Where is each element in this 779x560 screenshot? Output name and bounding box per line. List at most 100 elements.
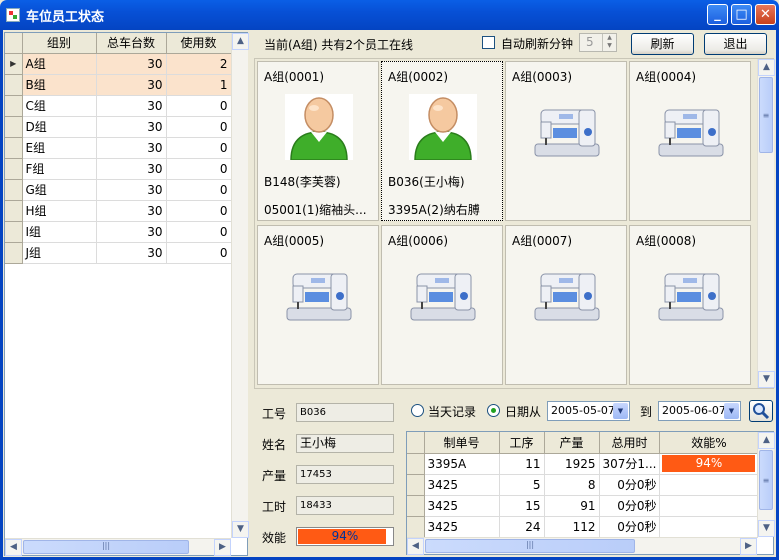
qty-cell[interactable]: 91: [544, 495, 600, 517]
total-cell[interactable]: 30: [96, 116, 167, 138]
col-header-qty[interactable]: 产量: [544, 432, 600, 454]
row-selector[interactable]: [5, 221, 23, 243]
records-grid[interactable]: 制单号 工序 产量 总用时 效能% 3395A 11 1925 307分1... 94%…: [406, 431, 775, 555]
group-row[interactable]: H组 30 0: [5, 200, 232, 222]
eff-cell[interactable]: 94%: [659, 453, 759, 475]
eff-cell[interactable]: [659, 495, 759, 517]
group-cell[interactable]: F组: [22, 158, 97, 180]
order-cell[interactable]: 3425: [424, 516, 500, 538]
group-grid[interactable]: 组别 总车台数 使用数 ▶ A组 30 2 B组 30 1 C组 30 0 D组 30 0 E组 30 0 F组…: [4, 32, 249, 556]
group-grid-hscroll[interactable]: ◀ ||| ▶: [5, 538, 231, 556]
time-cell[interactable]: 0分0秒: [599, 474, 661, 496]
used-cell[interactable]: 0: [166, 95, 232, 117]
total-cell[interactable]: 30: [96, 242, 167, 264]
row-selector[interactable]: [5, 242, 23, 264]
workstation-card[interactable]: A组(0004): [629, 61, 751, 221]
group-row[interactable]: J组 30 0: [5, 242, 232, 264]
cards-scroll-down-icon[interactable]: ▼: [758, 371, 775, 388]
used-cell[interactable]: 0: [166, 221, 232, 243]
total-cell[interactable]: 30: [96, 137, 167, 159]
workstation-card[interactable]: A组(0008): [629, 225, 751, 385]
col-header-process[interactable]: 工序: [499, 432, 545, 454]
scroll-left-icon[interactable]: ◀: [5, 539, 22, 556]
total-cell[interactable]: 30: [96, 200, 167, 222]
process-cell[interactable]: 11: [499, 453, 545, 475]
workstation-card[interactable]: A组(0006): [381, 225, 503, 385]
col-header-time[interactable]: 总用时: [599, 432, 661, 454]
used-cell[interactable]: 1: [166, 74, 232, 96]
scroll-up-icon[interactable]: ▲: [232, 33, 249, 50]
records-scroll-thumb[interactable]: ≡: [759, 450, 773, 510]
date-from-picker[interactable]: 2005-05-07 ▼: [547, 401, 630, 421]
order-cell[interactable]: 3425: [424, 495, 500, 517]
row-selector[interactable]: [5, 200, 23, 222]
group-row[interactable]: E组 30 0: [5, 137, 232, 159]
time-cell[interactable]: 0分0秒: [599, 495, 661, 517]
used-cell[interactable]: 0: [166, 137, 232, 159]
total-cell[interactable]: 30: [96, 158, 167, 180]
workstation-card[interactable]: A组(0003): [505, 61, 627, 221]
exit-button[interactable]: 退出: [704, 33, 767, 55]
total-cell[interactable]: 30: [96, 74, 167, 96]
group-row[interactable]: C组 30 0: [5, 95, 232, 117]
auto-refresh-checkbox[interactable]: [482, 36, 495, 49]
qty-cell[interactable]: 112: [544, 516, 600, 538]
group-grid-vscroll[interactable]: ▲ ▼: [231, 33, 249, 538]
used-cell[interactable]: 0: [166, 179, 232, 201]
used-cell[interactable]: 0: [166, 242, 232, 264]
record-row-selector[interactable]: [407, 453, 425, 475]
group-cell[interactable]: D组: [22, 116, 97, 138]
process-cell[interactable]: 5: [499, 474, 545, 496]
records-vscroll[interactable]: ▲ ≡ ▼: [757, 432, 775, 537]
today-records-radio[interactable]: [411, 404, 424, 417]
total-cell[interactable]: 30: [96, 53, 167, 75]
workstation-card[interactable]: A组(0005): [257, 225, 379, 385]
row-selector[interactable]: ▶: [5, 53, 23, 75]
scroll-down-icon[interactable]: ▼: [232, 521, 249, 538]
search-button[interactable]: [749, 400, 773, 422]
used-cell[interactable]: 0: [166, 116, 232, 138]
scroll-right-icon[interactable]: ▶: [214, 539, 231, 556]
row-selector[interactable]: [5, 74, 23, 96]
refresh-button[interactable]: 刷新: [631, 33, 694, 55]
total-cell[interactable]: 30: [96, 95, 167, 117]
col-header-group[interactable]: 组别: [22, 33, 97, 54]
hscroll-thumb[interactable]: |||: [23, 540, 189, 554]
stepper-arrows-icon[interactable]: ▲ ▼: [602, 34, 616, 51]
cards-vscroll[interactable]: ▲ ≡ ▼: [757, 59, 775, 388]
row-selector[interactable]: [5, 95, 23, 117]
used-cell[interactable]: 2: [166, 53, 232, 75]
close-button[interactable]: ✕: [755, 4, 776, 25]
group-cell[interactable]: H组: [22, 200, 97, 222]
group-row[interactable]: B组 30 1: [5, 74, 232, 96]
group-row[interactable]: ▶ A组 30 2: [5, 53, 232, 75]
record-row[interactable]: 3425 5 8 0分0秒: [407, 474, 759, 496]
records-scroll-left-icon[interactable]: ◀: [407, 538, 424, 555]
row-selector[interactable]: [5, 179, 23, 201]
records-scroll-down-icon[interactable]: ▼: [758, 520, 775, 537]
record-row[interactable]: 3395A 11 1925 307分1... 94%: [407, 453, 759, 475]
group-cell[interactable]: G组: [22, 179, 97, 201]
cards-scroll-up-icon[interactable]: ▲: [758, 59, 775, 76]
col-header-order[interactable]: 制单号: [424, 432, 500, 454]
record-row-selector[interactable]: [407, 495, 425, 517]
record-row[interactable]: 3425 15 91 0分0秒: [407, 495, 759, 517]
qty-cell[interactable]: 1925: [544, 453, 600, 475]
group-cell[interactable]: J组: [22, 242, 97, 264]
record-row-selector[interactable]: [407, 474, 425, 496]
order-cell[interactable]: 3395A: [424, 453, 500, 475]
workstation-card[interactable]: A组(0002) B036(王小梅) 3395A(2)纳右膊: [381, 61, 503, 221]
records-scroll-right-icon[interactable]: ▶: [740, 538, 757, 555]
col-header-eff[interactable]: 效能%: [659, 432, 759, 454]
workstation-card[interactable]: A组(0007): [505, 225, 627, 385]
record-row-selector[interactable]: [407, 516, 425, 538]
eff-cell[interactable]: [659, 516, 759, 538]
group-row[interactable]: F组 30 0: [5, 158, 232, 180]
group-row[interactable]: G组 30 0: [5, 179, 232, 201]
time-cell[interactable]: 307分1...: [599, 453, 661, 475]
group-cell[interactable]: I组: [22, 221, 97, 243]
group-cell[interactable]: B组: [22, 74, 97, 96]
group-cell[interactable]: E组: [22, 137, 97, 159]
group-row[interactable]: I组 30 0: [5, 221, 232, 243]
time-cell[interactable]: 0分0秒: [599, 516, 661, 538]
